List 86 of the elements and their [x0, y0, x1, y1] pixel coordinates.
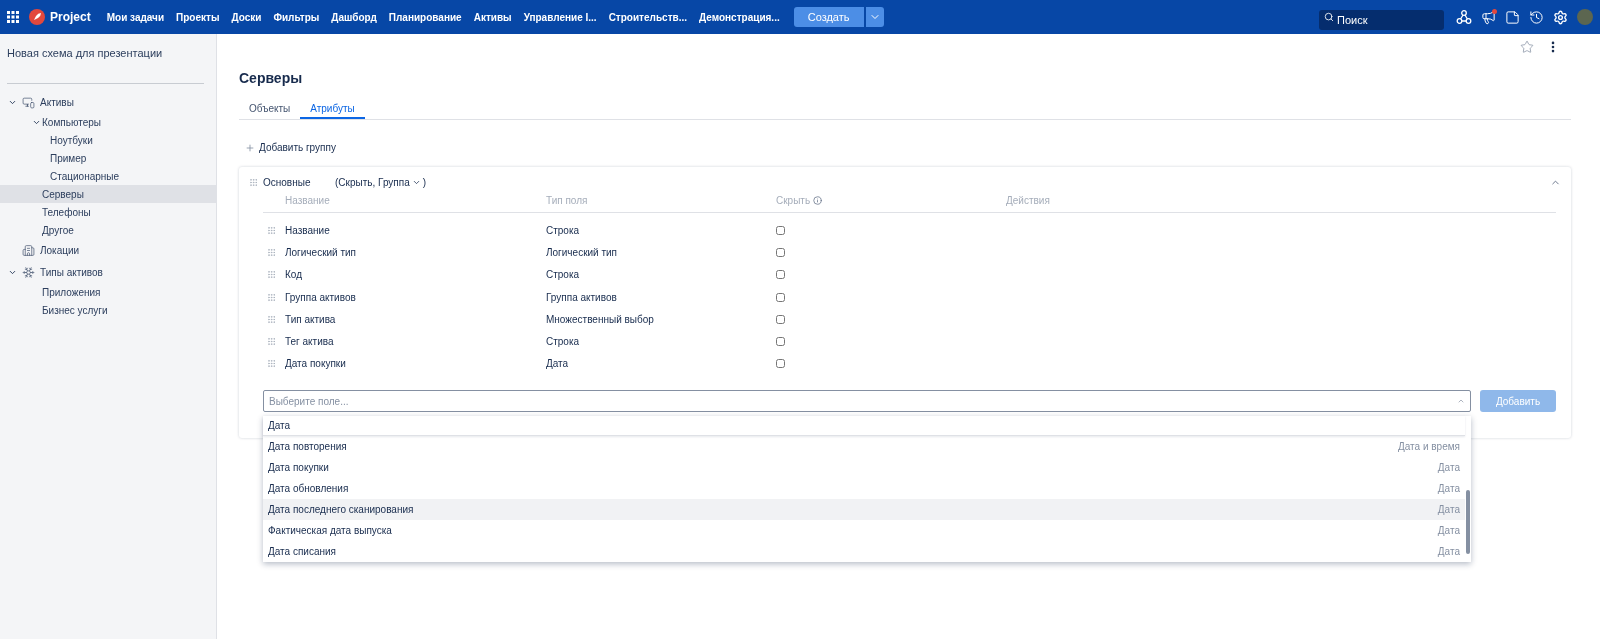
add-group-button[interactable]: Добавить группу — [245, 140, 336, 155]
hide-checkbox[interactable] — [776, 314, 785, 324]
search-icon — [1324, 12, 1334, 22]
page-title: Серверы — [239, 69, 304, 88]
devices-icon — [22, 95, 35, 109]
settings-icon[interactable] — [1553, 9, 1568, 25]
drag-handle-icon[interactable] — [267, 359, 276, 369]
field-type: Логический тип — [546, 245, 619, 260]
nav-link[interactable]: Проекты — [170, 9, 226, 25]
snowflake-icon — [22, 265, 35, 279]
nav-link[interactable]: Фильтры — [267, 9, 326, 25]
tree-item[interactable]: Бизнес услуги — [0, 301, 216, 319]
field-name: Код — [285, 268, 303, 283]
drag-handle-icon[interactable] — [249, 177, 258, 187]
hide-checkbox[interactable] — [776, 337, 785, 347]
field-type: Дата — [546, 357, 570, 372]
group-name: Основные — [263, 175, 312, 190]
nodes-icon[interactable] — [1456, 9, 1472, 25]
field-type: Строка — [546, 223, 581, 238]
drag-handle-icon[interactable] — [267, 337, 276, 347]
drag-handle-icon[interactable] — [267, 314, 276, 324]
nav-link[interactable]: Планирование — [382, 9, 468, 25]
tree-item[interactable]: Пример — [0, 149, 216, 167]
dropdown-option[interactable]: Дата последнего сканирования Дата — [263, 499, 1465, 521]
tree-item[interactable]: Стационарные — [0, 167, 216, 185]
tree-item[interactable]: Типы активов — [0, 261, 216, 283]
tree-item[interactable]: Приложения — [0, 283, 216, 301]
field-name: Группа активов — [285, 290, 357, 305]
megaphone-icon — [1481, 9, 1496, 25]
tree-item[interactable]: Локации — [0, 239, 216, 261]
field-name: Название — [285, 223, 331, 238]
dropdown-option[interactable]: Дата повторения Дата и время — [263, 436, 1465, 458]
dropdown-group-label: Дата — [263, 416, 1465, 437]
hide-checkbox[interactable] — [776, 359, 785, 369]
field-type: Строка — [546, 268, 581, 283]
column-header: Название — [285, 194, 331, 208]
building-icon — [22, 243, 35, 257]
drag-handle-icon[interactable] — [267, 270, 276, 280]
dropdown-option[interactable]: Дата списания Дата — [263, 541, 1465, 563]
plus-icon — [245, 142, 255, 153]
field-type: Строка — [546, 335, 581, 350]
field-name: Дата покупки — [285, 357, 347, 372]
tree-item[interactable]: Компьютеры — [0, 113, 216, 131]
column-header: Действия — [1006, 194, 1051, 208]
field-name: Тип актива — [285, 312, 337, 327]
nav-link[interactable]: Управление I... — [517, 9, 603, 25]
search-field[interactable]: Поиск — [1319, 10, 1444, 30]
drag-handle-icon[interactable] — [267, 292, 276, 302]
tab[interactable]: Атрибуты — [300, 100, 365, 119]
tree-item[interactable]: Другое — [0, 221, 216, 239]
nav-link[interactable]: Строительств... — [602, 9, 693, 25]
app-logo-text[interactable]: Project — [50, 8, 91, 26]
field-type: Множественный выбор — [546, 312, 655, 327]
info-icon[interactable] — [813, 196, 823, 205]
tree-item[interactable]: Телефоны — [0, 203, 216, 221]
hide-checkbox[interactable] — [776, 247, 785, 257]
nav-link[interactable]: Демонстрация... — [693, 9, 786, 25]
dropdown-option[interactable]: Дата покупки Дата — [263, 457, 1465, 479]
star-icon[interactable] — [1520, 40, 1534, 54]
field-name: Тег актива — [285, 335, 335, 350]
apps-grid-icon[interactable] — [7, 11, 19, 23]
column-header: Тип поля — [546, 194, 589, 208]
note-icon[interactable] — [1505, 9, 1520, 25]
notifications-button[interactable] — [1481, 9, 1496, 25]
schema-title: Новая схема для презентации — [6, 46, 164, 61]
group-options-button[interactable]: (Скрыть, Группа ) — [335, 174, 427, 190]
drag-handle-icon[interactable] — [267, 247, 276, 257]
hide-checkbox[interactable] — [776, 270, 785, 280]
nav-link[interactable]: Доски — [225, 9, 268, 25]
history-icon[interactable] — [1529, 9, 1544, 25]
nav-link[interactable]: Активы — [467, 9, 518, 25]
drag-handle-icon[interactable] — [267, 225, 276, 235]
dropdown-option[interactable]: Дата обновления Дата — [263, 478, 1465, 500]
field-name: Логический тип — [285, 245, 358, 260]
hide-checkbox[interactable] — [776, 225, 785, 235]
dropdown-option[interactable]: Фактическая дата выпуска Дата — [263, 520, 1465, 542]
create-menu-button[interactable] — [865, 7, 884, 27]
field-type: Группа активов — [546, 290, 618, 305]
tree-item[interactable]: Ноутбуки — [0, 131, 216, 149]
nav-link[interactable]: Мои задачи — [100, 9, 171, 25]
tab[interactable]: Объекты — [239, 100, 301, 119]
column-header: Скрыть — [776, 194, 811, 208]
tree-item[interactable]: Активы — [0, 91, 216, 113]
tree-item[interactable]: Серверы — [0, 185, 216, 203]
hide-checkbox[interactable] — [776, 292, 785, 302]
nav-link[interactable]: Дашборд — [325, 9, 383, 25]
